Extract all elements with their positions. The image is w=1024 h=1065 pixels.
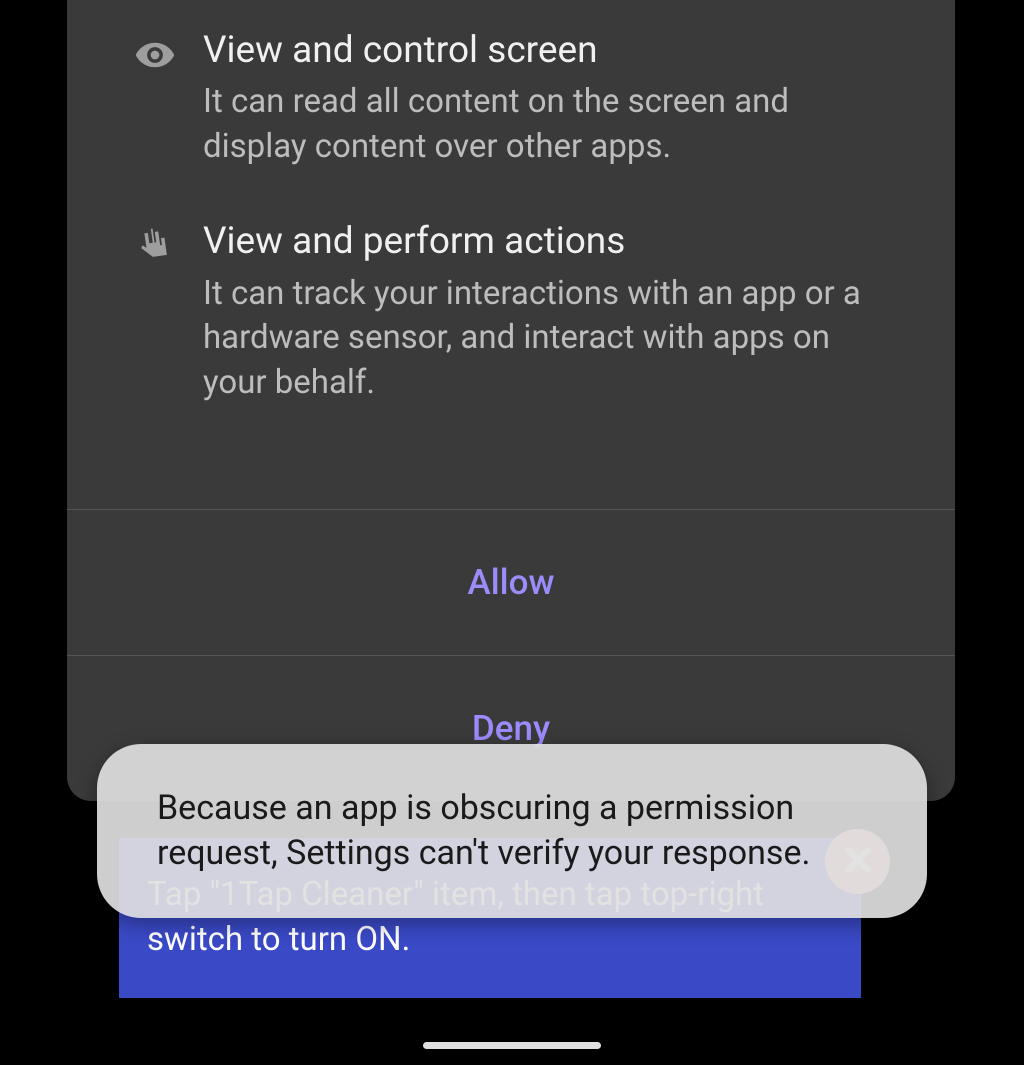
hand-icon [107, 219, 203, 267]
system-toast: Because an app is obscuring a permission… [97, 744, 927, 918]
eye-icon [107, 28, 203, 76]
permission-text: View and perform actions It can track yo… [203, 219, 915, 405]
allow-button[interactable]: Allow [67, 509, 955, 655]
toast-text: Because an app is obscuring a permission… [157, 786, 867, 876]
permission-item-perform-actions: View and perform actions It can track yo… [67, 169, 955, 405]
permission-description: It can read all content on the screen an… [203, 80, 895, 169]
permission-title: View and perform actions [203, 219, 895, 265]
permission-list: View and control screen It can read all … [67, 0, 955, 509]
home-indicator[interactable] [423, 1042, 601, 1049]
permission-text: View and control screen It can read all … [203, 28, 915, 169]
permission-title: View and control screen [203, 28, 895, 74]
permission-description: It can track your interactions with an a… [203, 272, 895, 406]
accessibility-permission-dialog: View and control screen It can read all … [67, 0, 955, 801]
permission-item-view-control: View and control screen It can read all … [67, 0, 955, 169]
